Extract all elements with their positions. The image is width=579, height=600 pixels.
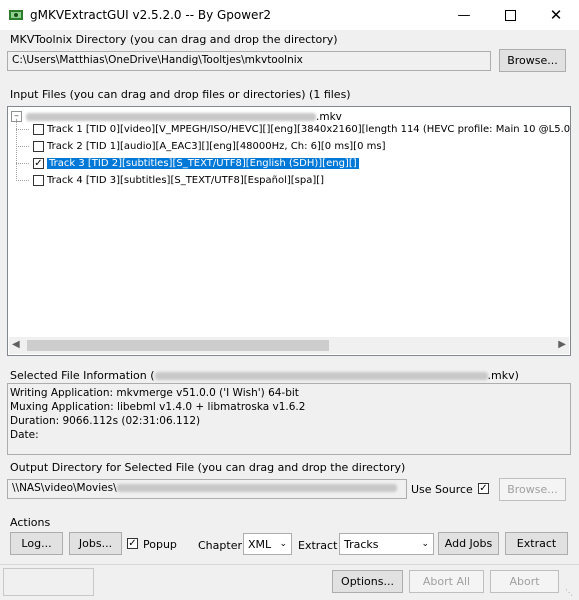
track-4-label: Track 4 [TID 3][subtitles][S_TEXT/UTF8][… xyxy=(47,175,325,186)
popup-label: Popup xyxy=(143,538,177,551)
track-row-2[interactable]: Track 2 [TID 1][audio][A_EAC3][][eng][48… xyxy=(16,138,385,155)
extract-button[interactable]: Extract xyxy=(505,532,568,555)
status-panel xyxy=(3,568,94,596)
scroll-left-icon[interactable]: ◀ xyxy=(12,339,20,350)
title-bar: gMKVExtractGUI v2.5.2.0 -- By Gpower2 — … xyxy=(0,0,579,30)
jobs-button[interactable]: Jobs... xyxy=(69,532,122,555)
chevron-down-icon: ⌄ xyxy=(421,539,429,549)
selected-info-prefix: Selected File Information ( xyxy=(10,369,155,382)
track-row-3[interactable]: ✓ Track 3 [TID 2][subtitles][S_TEXT/UTF8… xyxy=(16,155,359,172)
popup-checkbox[interactable]: ✓ xyxy=(127,538,138,549)
mkvtoolnix-label: MKVToolnix Directory (you can drag and d… xyxy=(10,33,338,46)
track-2-checkbox[interactable] xyxy=(33,141,44,152)
maximize-button[interactable] xyxy=(487,0,533,30)
log-button[interactable]: Log... xyxy=(10,532,63,555)
track-3-label: Track 3 [TID 2][subtitles][S_TEXT/UTF8][… xyxy=(47,158,359,169)
chapter-value: XML xyxy=(248,537,272,551)
bottom-separator xyxy=(0,564,579,565)
output-path-prefix: \\NAS\video\Movies\ xyxy=(12,482,117,494)
filename-redacted xyxy=(26,112,316,121)
extract-value: Tracks xyxy=(344,537,379,551)
minimize-button[interactable]: — xyxy=(441,0,487,30)
track-row-4[interactable]: Track 4 [TID 3][subtitles][S_TEXT/UTF8][… xyxy=(16,172,324,189)
input-files-label: Input Files (you can drag and drop files… xyxy=(10,88,351,101)
options-button[interactable]: Options... xyxy=(332,570,403,593)
output-browse-button[interactable]: Browse... xyxy=(499,478,566,501)
output-path-redacted xyxy=(116,484,397,492)
selected-info-suffix: .mkv) xyxy=(487,369,519,382)
use-source-label: Use Source xyxy=(411,483,473,496)
mkvtoolnix-path-field[interactable]: C:\Users\Matthias\OneDrive\Handig\Tooltj… xyxy=(7,51,491,71)
close-button[interactable]: ✕ xyxy=(533,0,579,30)
mkvtoolnix-browse-button[interactable]: Browse... xyxy=(499,49,566,72)
add-jobs-button[interactable]: Add Jobs xyxy=(438,532,499,555)
info-duration: Duration: 9066.112s (02:31:06.112) xyxy=(10,415,201,427)
track-1-checkbox[interactable] xyxy=(33,124,44,135)
info-date: Date: xyxy=(10,429,39,441)
horizontal-scrollbar[interactable]: ◀ ▶ xyxy=(9,337,569,354)
input-files-tree[interactable]: – .mkv Track 1 [TID 0][video][V_MPEGH/IS… xyxy=(7,106,571,356)
abort-button[interactable]: Abort xyxy=(490,570,559,593)
track-2-label: Track 2 [TID 1][audio][A_EAC3][][eng][48… xyxy=(47,141,386,152)
output-dir-label: Output Directory for Selected File (you … xyxy=(10,461,406,474)
close-icon: ✕ xyxy=(549,6,563,24)
track-3-checkbox[interactable]: ✓ xyxy=(33,158,44,169)
info-muxing-app: Muxing Application: libebml v1.4.0 + lib… xyxy=(10,401,306,413)
track-4-checkbox[interactable] xyxy=(33,175,44,186)
scroll-right-icon[interactable]: ▶ xyxy=(558,339,566,350)
track-1-label: Track 1 [TID 0][video][V_MPEGH/ISO/HEVC]… xyxy=(47,124,571,135)
abort-all-button[interactable]: Abort All xyxy=(409,570,484,593)
app-icon xyxy=(8,7,24,23)
output-path-field[interactable]: \\NAS\video\Movies\ xyxy=(7,479,407,499)
selected-filename-redacted xyxy=(154,372,488,380)
window-title: gMKVExtractGUI v2.5.2.0 -- By Gpower2 xyxy=(30,8,272,22)
extract-select[interactable]: Tracks ⌄ xyxy=(339,533,434,555)
use-source-checkbox[interactable]: ✓ xyxy=(478,483,489,494)
track-row-1[interactable]: Track 1 [TID 0][video][V_MPEGH/ISO/HEVC]… xyxy=(16,121,571,138)
resize-grip-icon[interactable]: ⋱ xyxy=(565,588,573,597)
info-writing-app: Writing Application: mkvmerge v51.0.0 ('… xyxy=(10,387,299,399)
chevron-down-icon: ⌄ xyxy=(279,539,287,549)
minimize-icon: — xyxy=(457,7,471,23)
selected-file-info-label: Selected File Information ( .mkv) xyxy=(10,369,519,382)
actions-label: Actions xyxy=(10,516,51,529)
scrollbar-thumb[interactable] xyxy=(27,340,329,351)
maximize-icon xyxy=(504,9,516,21)
selected-file-info-box: Writing Application: mkvmerge v51.0.0 ('… xyxy=(7,383,571,455)
chapter-label: Chapter xyxy=(198,539,242,552)
extract-label: Extract xyxy=(298,539,338,552)
chapter-select[interactable]: XML ⌄ xyxy=(243,533,292,555)
